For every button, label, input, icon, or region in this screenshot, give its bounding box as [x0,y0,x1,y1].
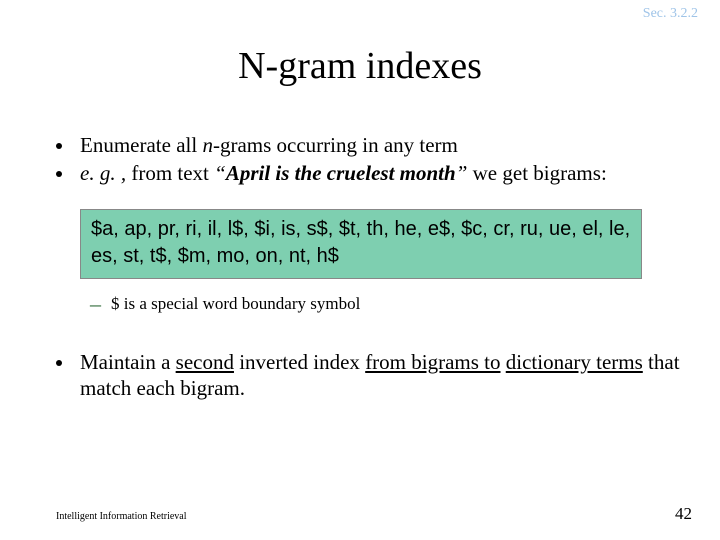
sub-bullet-text: $ is a special word boundary symbol [111,293,360,315]
quote-close: ” [456,161,473,185]
dash-icon: – [90,293,101,315]
b3-t1: Maintain a [80,350,176,374]
bullet-dot-icon [56,360,62,366]
bullet-1-post: -grams occurring in any term [213,133,458,157]
quote-open: “ [214,161,226,185]
bullet-dot-icon [56,171,62,177]
b3-second: second [176,350,234,374]
bullet-2-phrase: April is the cruelest month [226,161,456,185]
bigram-box: $a, ap, pr, ri, il, l$, $i, is, s$, $t, … [80,209,642,279]
content-area: Enumerate all n-grams occurring in any t… [56,132,680,403]
section-label: Sec. 3.2.2 [643,6,698,22]
bullet-3: Maintain a second inverted index from bi… [56,349,680,402]
bullet-1-text: Enumerate all n-grams occurring in any t… [80,132,458,158]
page-number: 42 [675,504,692,524]
b3-t2: inverted index [234,350,365,374]
bullet-2-tail: we get bigrams: [473,161,607,185]
bullet-2-text: e. g. , from text “April is the cruelest… [80,160,607,186]
b3-dict-terms: dictionary terms [506,350,643,374]
bullet-1-n: n [202,133,213,157]
bullet-1-pre: Enumerate all [80,133,202,157]
bullet-2: e. g. , from text “April is the cruelest… [56,160,680,186]
footer-left: Intelligent Information Retrieval [56,511,187,522]
bullet-3-text: Maintain a second inverted index from bi… [80,349,680,402]
bullet-2-eg: e. g. , [80,161,131,185]
slide-title: N-gram indexes [0,44,720,88]
bullet-dot-icon [56,143,62,149]
b3-from-bigrams: from bigrams to [365,350,500,374]
bullet-1: Enumerate all n-grams occurring in any t… [56,132,680,158]
bullet-2-from: from text [131,161,214,185]
slide: Sec. 3.2.2 N-gram indexes Enumerate all … [0,0,720,540]
sub-bullet: – $ is a special word boundary symbol [90,293,680,315]
